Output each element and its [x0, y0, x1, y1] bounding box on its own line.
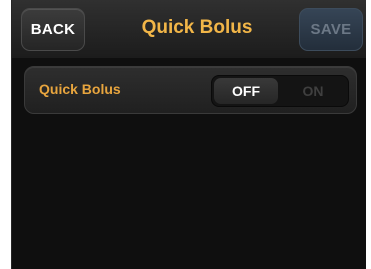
header-bar: BACK Quick Bolus SAVE: [12, 0, 366, 58]
toggle-off-option[interactable]: OFF: [214, 78, 278, 104]
quick-bolus-toggle[interactable]: OFF ON: [211, 75, 349, 107]
page-title: Quick Bolus: [141, 17, 253, 38]
device-screen: BACK Quick Bolus SAVE Quick Bolus OFF ON: [11, 0, 366, 269]
back-button[interactable]: BACK: [21, 8, 85, 51]
save-button[interactable]: SAVE: [299, 8, 363, 51]
quick-bolus-label: Quick Bolus: [39, 81, 121, 97]
toggle-on-option[interactable]: ON: [282, 78, 344, 104]
quick-bolus-setting-row: Quick Bolus OFF ON: [24, 66, 357, 114]
